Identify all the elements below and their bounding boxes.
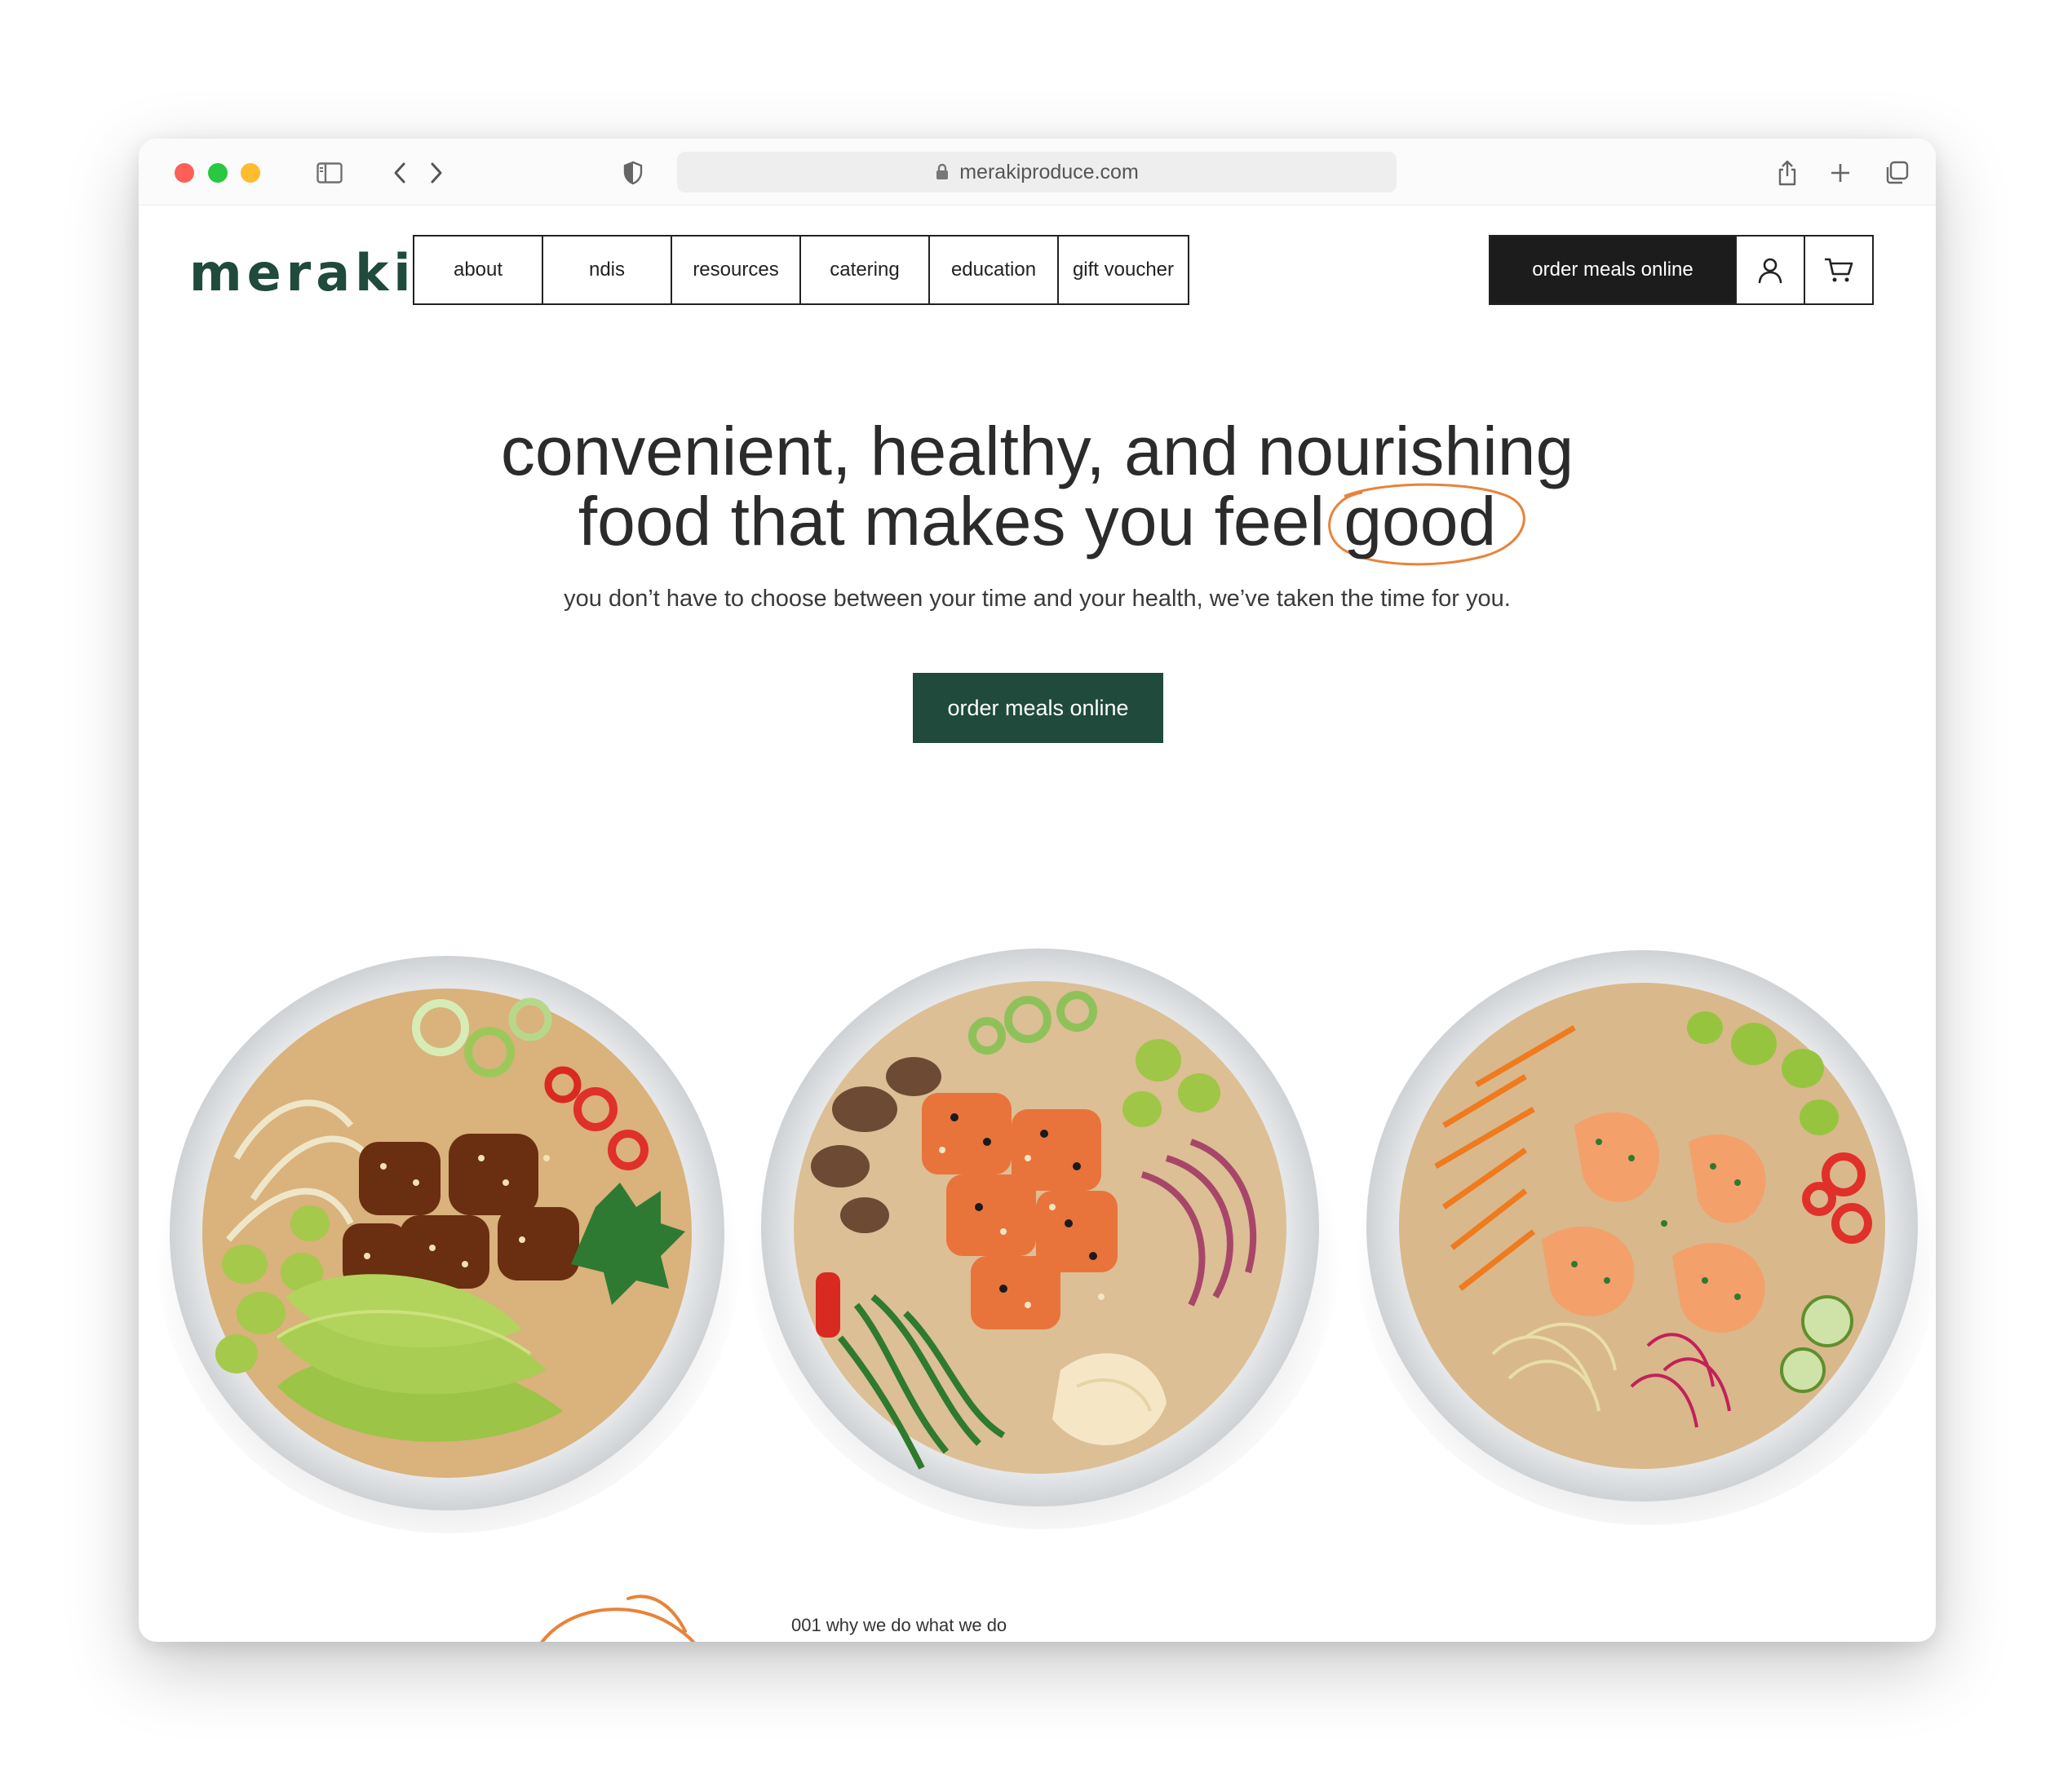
browser-window: merakiproduce.com meraki about ndis reso… <box>139 139 1936 1642</box>
back-icon[interactable] <box>383 157 416 189</box>
close-window-button[interactable] <box>175 163 194 183</box>
hero-title-prefix: food that makes you feel <box>578 483 1344 559</box>
nav-gift-voucher[interactable]: gift voucher <box>1059 237 1188 303</box>
hero-title-line1: convenient, healthy, and nourishing <box>500 413 1574 489</box>
hero-highlight: good <box>1328 483 1526 566</box>
nav-about[interactable]: about <box>414 237 543 303</box>
cart-icon[interactable] <box>1804 237 1872 303</box>
logo[interactable]: meraki <box>189 243 416 303</box>
bowl-salmon-poke <box>746 949 1342 1529</box>
header-actions: order meals online <box>1489 235 1874 305</box>
hero-highlight-word: good <box>1344 483 1497 559</box>
new-tab-icon[interactable] <box>1824 157 1857 189</box>
main-nav: about ndis resources catering education … <box>413 235 1189 305</box>
hero-title: convenient, healthy, and nourishing food… <box>139 413 1936 566</box>
bowls-illustration <box>155 949 1936 1533</box>
minimize-window-button[interactable] <box>208 163 228 183</box>
forward-icon[interactable] <box>420 157 453 189</box>
browser-toolbar: merakiproduce.com <box>139 139 1936 206</box>
header-order-button[interactable]: order meals online <box>1490 237 1735 303</box>
hero-title-line2: food that makes you feel good <box>139 483 1936 566</box>
zoom-window-button[interactable] <box>241 163 260 183</box>
bowl-teriyaki <box>155 956 742 1533</box>
sidebar-icon[interactable] <box>313 157 346 189</box>
nav-education[interactable]: education <box>930 237 1059 303</box>
address-bar[interactable]: merakiproduce.com <box>677 152 1397 192</box>
decorative-swirl <box>540 1594 696 1642</box>
lock-icon <box>935 163 950 181</box>
bowl-prawn <box>1354 950 1936 1525</box>
shield-icon[interactable] <box>617 157 649 189</box>
url-text: merakiproduce.com <box>959 160 1139 184</box>
section-label: 001 why we do what we do <box>791 1615 1007 1635</box>
nav-resources[interactable]: resources <box>672 237 801 303</box>
account-icon[interactable] <box>1735 237 1804 303</box>
share-icon[interactable] <box>1771 157 1804 189</box>
hero-subtitle: you don’t have to choose between your ti… <box>564 586 1511 612</box>
nav-catering[interactable]: catering <box>801 237 930 303</box>
tabs-overview-icon[interactable] <box>1880 157 1913 189</box>
nav-ndis[interactable]: ndis <box>543 237 672 303</box>
order-meals-button[interactable]: order meals online <box>913 673 1163 743</box>
